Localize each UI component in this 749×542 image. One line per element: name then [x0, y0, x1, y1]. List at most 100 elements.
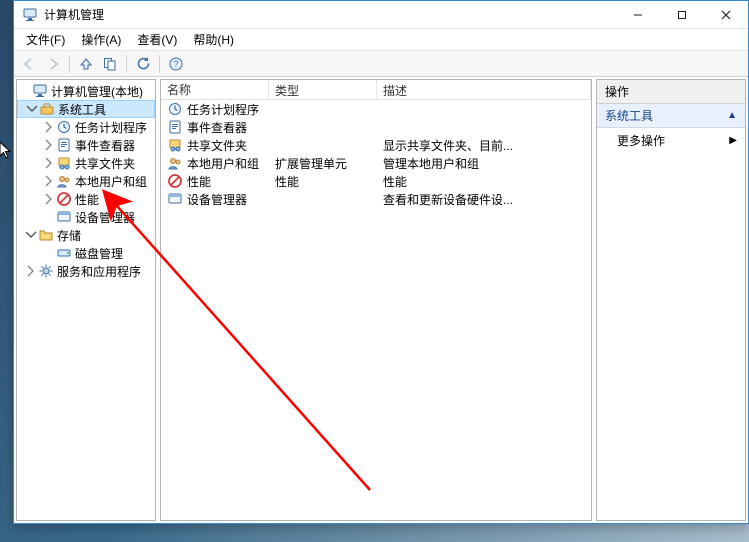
tree-performance[interactable]: 性能 — [17, 190, 155, 208]
result-list-pane[interactable]: 名称 类型 描述 任务计划程序事件查看器共享文件夹显示共享文件夹、目前...本地… — [160, 79, 592, 521]
tree-label: 事件查看器 — [75, 137, 135, 154]
cell-name-text: 事件查看器 — [187, 119, 247, 136]
twisty-collapsed-icon[interactable] — [25, 265, 37, 277]
cell-name: 性能 — [161, 173, 269, 190]
twisty-collapsed-icon[interactable] — [43, 157, 55, 169]
column-header-type[interactable]: 类型 — [269, 80, 377, 99]
forbidden-icon — [56, 191, 72, 207]
tb-forward-button[interactable] — [42, 53, 64, 75]
toolbar — [14, 51, 748, 77]
tree-shared-folders[interactable]: 共享文件夹 — [17, 154, 155, 172]
minimize-icon — [633, 10, 643, 20]
cell-name: 设备管理器 — [161, 191, 269, 208]
device-icon — [167, 191, 183, 207]
actions-more-link[interactable]: 更多操作 ▶ — [597, 128, 745, 153]
twisty-icon[interactable] — [43, 247, 55, 259]
list-header: 名称 类型 描述 — [161, 80, 591, 100]
tb-back-button[interactable] — [18, 53, 40, 75]
computer-icon — [32, 83, 48, 99]
window-titlebar[interactable]: 计算机管理 — [14, 1, 748, 29]
tree-services-apps[interactable]: 服务和应用程序 — [17, 262, 155, 280]
minimize-button[interactable] — [616, 1, 660, 28]
tree-label: 计算机管理(本地) — [51, 83, 143, 100]
list-row[interactable]: 共享文件夹 显示共享文件夹、目前... — [161, 136, 591, 154]
actions-pane-title: 操作 — [597, 80, 745, 104]
twisty-icon[interactable] — [43, 211, 55, 223]
tree-root[interactable]: 计算机管理(本地) — [17, 82, 155, 100]
maximize-button[interactable] — [660, 1, 704, 28]
event-log-icon — [56, 137, 72, 153]
toolbox-icon — [39, 101, 55, 117]
tb-help-button[interactable] — [165, 53, 187, 75]
list-row[interactable]: 任务计划程序 — [161, 100, 591, 118]
cell-desc: 查看和更新设备硬件设... — [377, 191, 591, 208]
tb-refresh-button[interactable] — [132, 53, 154, 75]
list-body: 任务计划程序事件查看器共享文件夹 显示共享文件夹、目前...本地用户和组扩展管理单… — [161, 100, 591, 208]
cell-name: 共享文件夹 — [161, 137, 269, 154]
tree-task-scheduler[interactable]: 任务计划程序 — [17, 118, 155, 136]
maximize-icon — [677, 10, 687, 20]
cell-name-text: 共享文件夹 — [187, 137, 247, 154]
share-icon — [167, 137, 183, 153]
tree-disk-management[interactable]: 磁盘管理 — [17, 244, 155, 262]
twisty-collapsed-icon[interactable] — [43, 121, 55, 133]
toolbar-separator — [159, 55, 160, 73]
actions-pane: 操作 系统工具 ▲ 更多操作 ▶ — [596, 79, 746, 521]
twisty-collapsed-icon[interactable] — [43, 193, 55, 205]
gear-icon — [38, 263, 54, 279]
menu-file[interactable]: 文件(F) — [18, 29, 73, 50]
refresh-icon — [135, 56, 151, 72]
twisty-expanded-icon[interactable] — [25, 229, 37, 241]
twisty-expanded-icon[interactable] — [26, 103, 38, 115]
actions-section-label: 系统工具 — [605, 107, 653, 124]
cell-name: 本地用户和组 — [161, 155, 269, 172]
tree-label: 设备管理器 — [75, 209, 135, 226]
submenu-arrow-icon: ▶ — [729, 135, 737, 146]
scope-tree: 计算机管理(本地) 系统工具 任务计划程序 事件查看器 — [17, 80, 155, 282]
up-arrow-icon — [78, 56, 94, 72]
users-icon — [167, 155, 183, 171]
tree-label: 性能 — [75, 191, 99, 208]
toolbar-separator — [69, 55, 70, 73]
list-row[interactable]: 本地用户和组扩展管理单元管理本地用户和组 — [161, 154, 591, 172]
client-area: 计算机管理(本地) 系统工具 任务计划程序 事件查看器 — [14, 77, 748, 523]
twisty-collapsed-icon[interactable] — [43, 175, 55, 187]
tree-storage[interactable]: 存储 — [17, 226, 155, 244]
cell-name-text: 性能 — [187, 173, 211, 190]
shared-folder-icon — [56, 155, 72, 171]
disk-icon — [56, 245, 72, 261]
actions-section-header[interactable]: 系统工具 ▲ — [597, 104, 745, 128]
tree-label: 服务和应用程序 — [57, 263, 141, 280]
tree-label: 任务计划程序 — [75, 119, 147, 136]
tree-system-tools[interactable]: 系统工具 — [17, 100, 155, 118]
tree-local-users[interactable]: 本地用户和组 — [17, 172, 155, 190]
tree-label: 系统工具 — [58, 101, 106, 118]
menu-bar: 文件(F) 操作(A) 查看(V) 帮助(H) — [14, 29, 748, 51]
device-icon — [56, 209, 72, 225]
column-header-desc[interactable]: 描述 — [377, 80, 591, 99]
column-header-name[interactable]: 名称 — [161, 80, 269, 99]
menu-view[interactable]: 查看(V) — [129, 29, 185, 50]
tb-up-button[interactable] — [75, 53, 97, 75]
twisty-icon[interactable] — [19, 85, 31, 97]
tree-event-viewer[interactable]: 事件查看器 — [17, 136, 155, 154]
event-icon — [167, 119, 183, 135]
computer-management-window: 计算机管理 文件(F) 操作(A) 查看(V) 帮助(H) — [13, 0, 749, 524]
actions-more-label: 更多操作 — [617, 132, 665, 149]
twisty-collapsed-icon[interactable] — [43, 139, 55, 151]
menu-help[interactable]: 帮助(H) — [185, 29, 242, 50]
window-title: 计算机管理 — [44, 6, 616, 23]
cell-name-text: 任务计划程序 — [187, 101, 259, 118]
tree-device-manager[interactable]: 设备管理器 — [17, 208, 155, 226]
tb-properties-button[interactable] — [99, 53, 121, 75]
cell-name-text: 本地用户和组 — [187, 155, 259, 172]
list-row[interactable]: 性能性能性能 — [161, 172, 591, 190]
list-row[interactable]: 设备管理器 查看和更新设备硬件设... — [161, 190, 591, 208]
cell-desc: 显示共享文件夹、目前... — [377, 137, 591, 154]
scope-tree-pane[interactable]: 计算机管理(本地) 系统工具 任务计划程序 事件查看器 — [16, 79, 156, 521]
close-button[interactable] — [704, 1, 748, 28]
menu-action[interactable]: 操作(A) — [73, 29, 129, 50]
cell-desc: 性能 — [377, 173, 591, 190]
clock-icon — [56, 119, 72, 135]
list-row[interactable]: 事件查看器 — [161, 118, 591, 136]
